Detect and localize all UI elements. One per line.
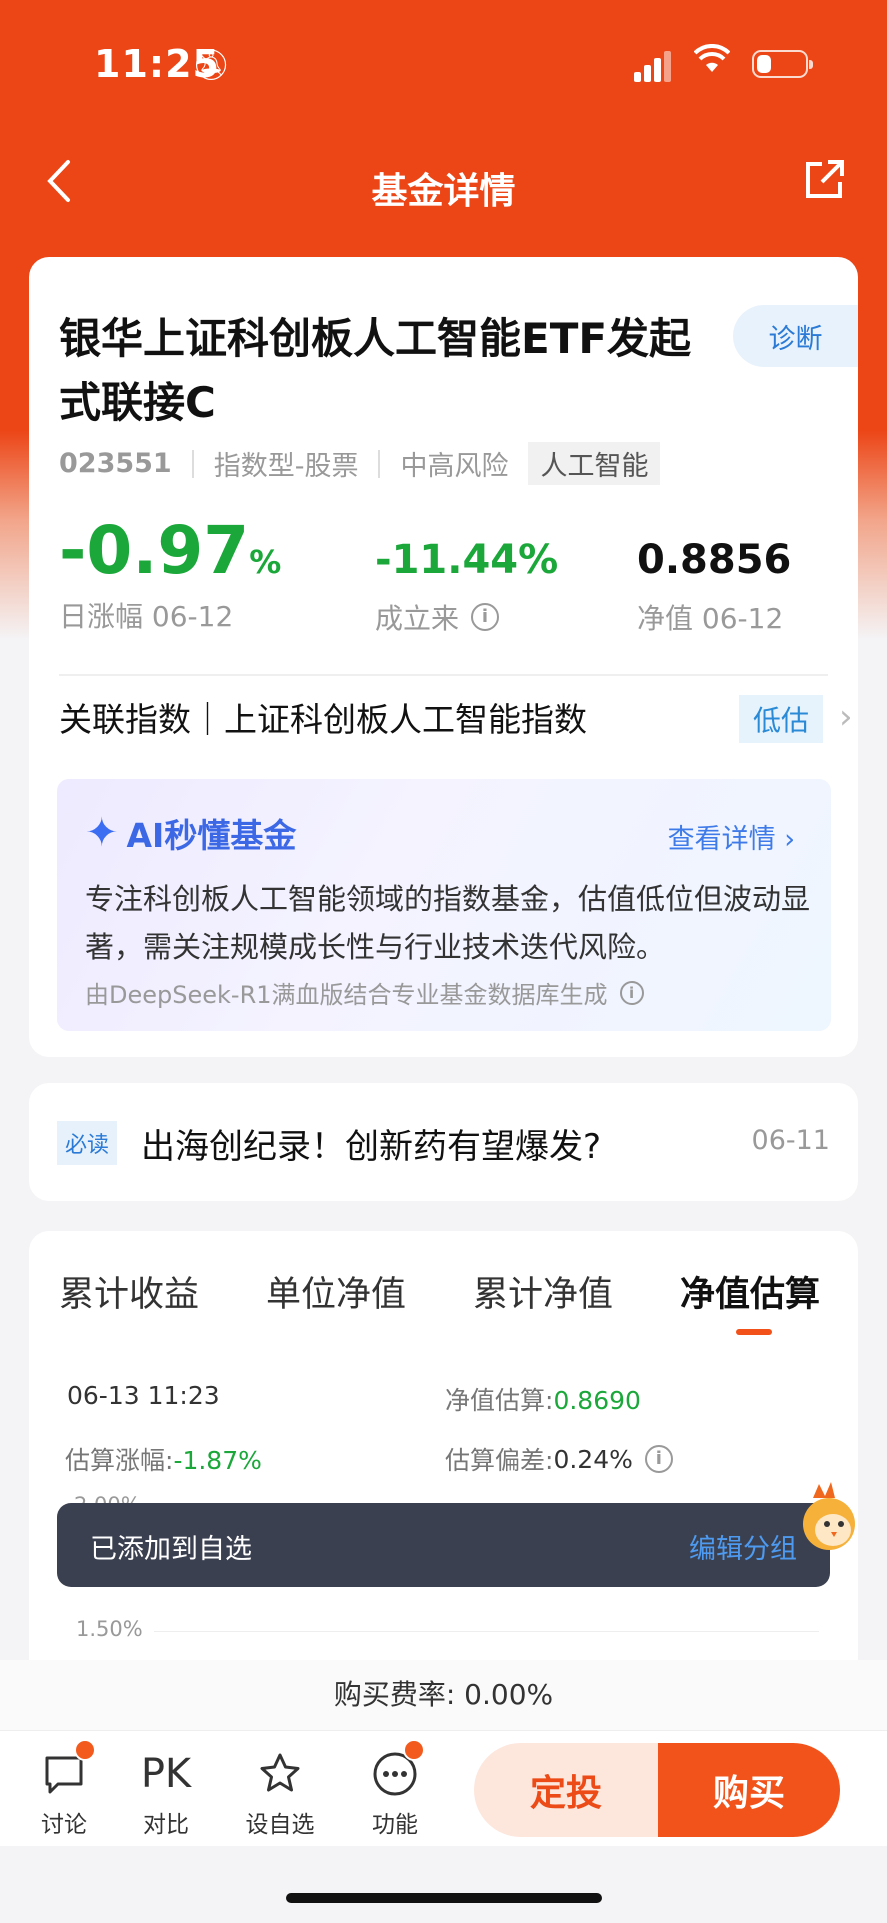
page-title: 基金详情 [371, 171, 516, 212]
status-bar: 11:25 🔕︎ [0, 0, 887, 130]
more-dots-icon [355, 1739, 435, 1801]
tab-cumulative-return[interactable]: 累计收益 [59, 1266, 199, 1317]
tab-nav-estimate[interactable]: 净值估算 [680, 1266, 820, 1317]
pk-icon: PK [140, 1751, 192, 1797]
y-axis-label: 1.50% [76, 1617, 143, 1641]
purchase-fee: 购买费率: 0.00% [0, 1660, 887, 1730]
fund-type: 指数型-股票 [213, 451, 359, 482]
divider [59, 674, 828, 676]
info-icon[interactable]: i [619, 980, 644, 1005]
fund-meta: 023551 指数型-股票 中高风险 人工智能 [59, 442, 661, 485]
news-date: 06-11 [751, 1125, 830, 1156]
buy-button[interactable]: 购买 [658, 1743, 840, 1837]
fund-risk: 中高风险 [400, 451, 509, 482]
discuss-label: 讨论 [41, 1812, 87, 1838]
info-icon[interactable]: i [644, 1445, 673, 1473]
chat-bubble-icon [24, 1739, 104, 1801]
ai-summary-box: ✦ AI秒懂基金 查看详情 › 专注科创板人工智能领域的指数基金，估值低位但波动… [57, 779, 831, 1031]
estimate-nav: 净值估算:0.8690 [445, 1386, 641, 1415]
nav-value: 0.8856 [637, 537, 792, 583]
compare-button[interactable]: PK 对比 [126, 1747, 206, 1839]
dingtou-button[interactable]: 定投 [474, 1743, 658, 1837]
since-inception-value: -11.44% [375, 537, 559, 583]
estimate-time: 06-13 11:23 [67, 1381, 220, 1410]
battery-icon [752, 50, 813, 78]
functions-label: 功能 [372, 1812, 418, 1838]
fund-name: 银华上证科创板人工智能ETF发起式联接C [59, 314, 692, 427]
notification-dot [74, 1739, 96, 1761]
sparkle-icon: ✦ [85, 810, 119, 856]
star-icon [240, 1747, 320, 1801]
news-headline[interactable]: 出海创纪录！创新药有望爆发? [141, 1119, 601, 1168]
daily-change-value: -0.97% [59, 512, 282, 589]
compare-label: 对比 [143, 1812, 189, 1838]
home-indicator[interactable] [286, 1893, 602, 1903]
bottom-action-bar: 讨论 PK 对比 设自选 功能 定投 购买 [0, 1730, 887, 1846]
daily-change-label: 日涨幅 06-12 [59, 600, 234, 633]
ai-summary-text: 专注科创板人工智能领域的指数基金，估值低位但波动显著，需关注规模成长性与行业技术… [85, 882, 811, 964]
add-watchlist-label: 设自选 [245, 1812, 315, 1838]
estimate-deviation: 估算偏差: 0.24% i [445, 1441, 673, 1477]
nav-bar: 基金详情 [0, 140, 887, 230]
discuss-button[interactable]: 讨论 [24, 1739, 104, 1839]
home-area [0, 1846, 887, 1923]
fund-overview-card: 银华上证科创板人工智能ETF发起式联接C 诊断 023551 指数型-股票 中高… [29, 257, 858, 1057]
functions-button[interactable]: 功能 [355, 1739, 435, 1839]
purchase-buttons: 定投 购买 [474, 1743, 840, 1837]
wifi-icon [693, 43, 731, 82]
nav-label: 净值 06-12 [637, 602, 784, 635]
share-icon[interactable] [802, 158, 846, 202]
bell-muted-icon: 🔕︎ [192, 48, 231, 83]
news-card[interactable]: 必读 出海创纪录！创新药有望爆发? 06-11 [29, 1083, 858, 1201]
since-inception-stat: -11.44% 成立来 i [375, 537, 558, 637]
since-inception-label: 成立来 [375, 602, 460, 635]
tab-cumulative-nav[interactable]: 累计净值 [473, 1266, 613, 1317]
diagnose-button[interactable]: 诊断 [733, 305, 858, 367]
tab-unit-nav[interactable]: 单位净值 [266, 1266, 406, 1317]
ai-source-note: 由DeepSeek-R1满血版结合专业基金数据库生成 [85, 981, 608, 1009]
daily-change-stat: -0.97% 日涨幅 06-12 [59, 512, 281, 635]
cellular-signal-icon [634, 48, 674, 82]
valuation-badge: 低估 [739, 695, 824, 743]
view-details-link[interactable]: 查看详情 › [668, 817, 795, 856]
estimate-change: 估算涨幅:-1.87% [65, 1446, 262, 1475]
related-index-text: 关联指数｜上证科创板人工智能指数 [59, 700, 587, 739]
toast-notification: 已添加到自选 编辑分组 [57, 1503, 830, 1587]
info-icon[interactable]: i [471, 603, 500, 631]
chevron-right-icon: › [839, 697, 853, 737]
performance-card: 累计收益 单位净值 累计净值 净值估算 06-13 11:23 净值估算:0.8… [29, 1231, 858, 1691]
add-watchlist-button[interactable]: 设自选 [240, 1747, 320, 1839]
chart-tabs: 累计收益 单位净值 累计净值 净值估算 [29, 1266, 858, 1346]
notification-dot [403, 1739, 425, 1761]
ai-summary-title: AI秒懂基金 [126, 816, 297, 855]
mascot-icon[interactable] [793, 1480, 863, 1560]
edit-group-button[interactable]: 编辑分组 [689, 1527, 797, 1566]
nav-stat: 0.8856 净值 06-12 [637, 537, 791, 637]
fund-code: 023551 [59, 448, 172, 479]
must-read-badge: 必读 [57, 1121, 118, 1165]
gridline [154, 1631, 819, 1632]
related-index-row[interactable]: 关联指数｜上证科创板人工智能指数 低估 › [59, 687, 853, 747]
toast-message: 已添加到自选 [90, 1534, 252, 1565]
fund-theme-tag[interactable]: 人工智能 [528, 442, 661, 485]
tab-active-indicator [736, 1329, 772, 1335]
